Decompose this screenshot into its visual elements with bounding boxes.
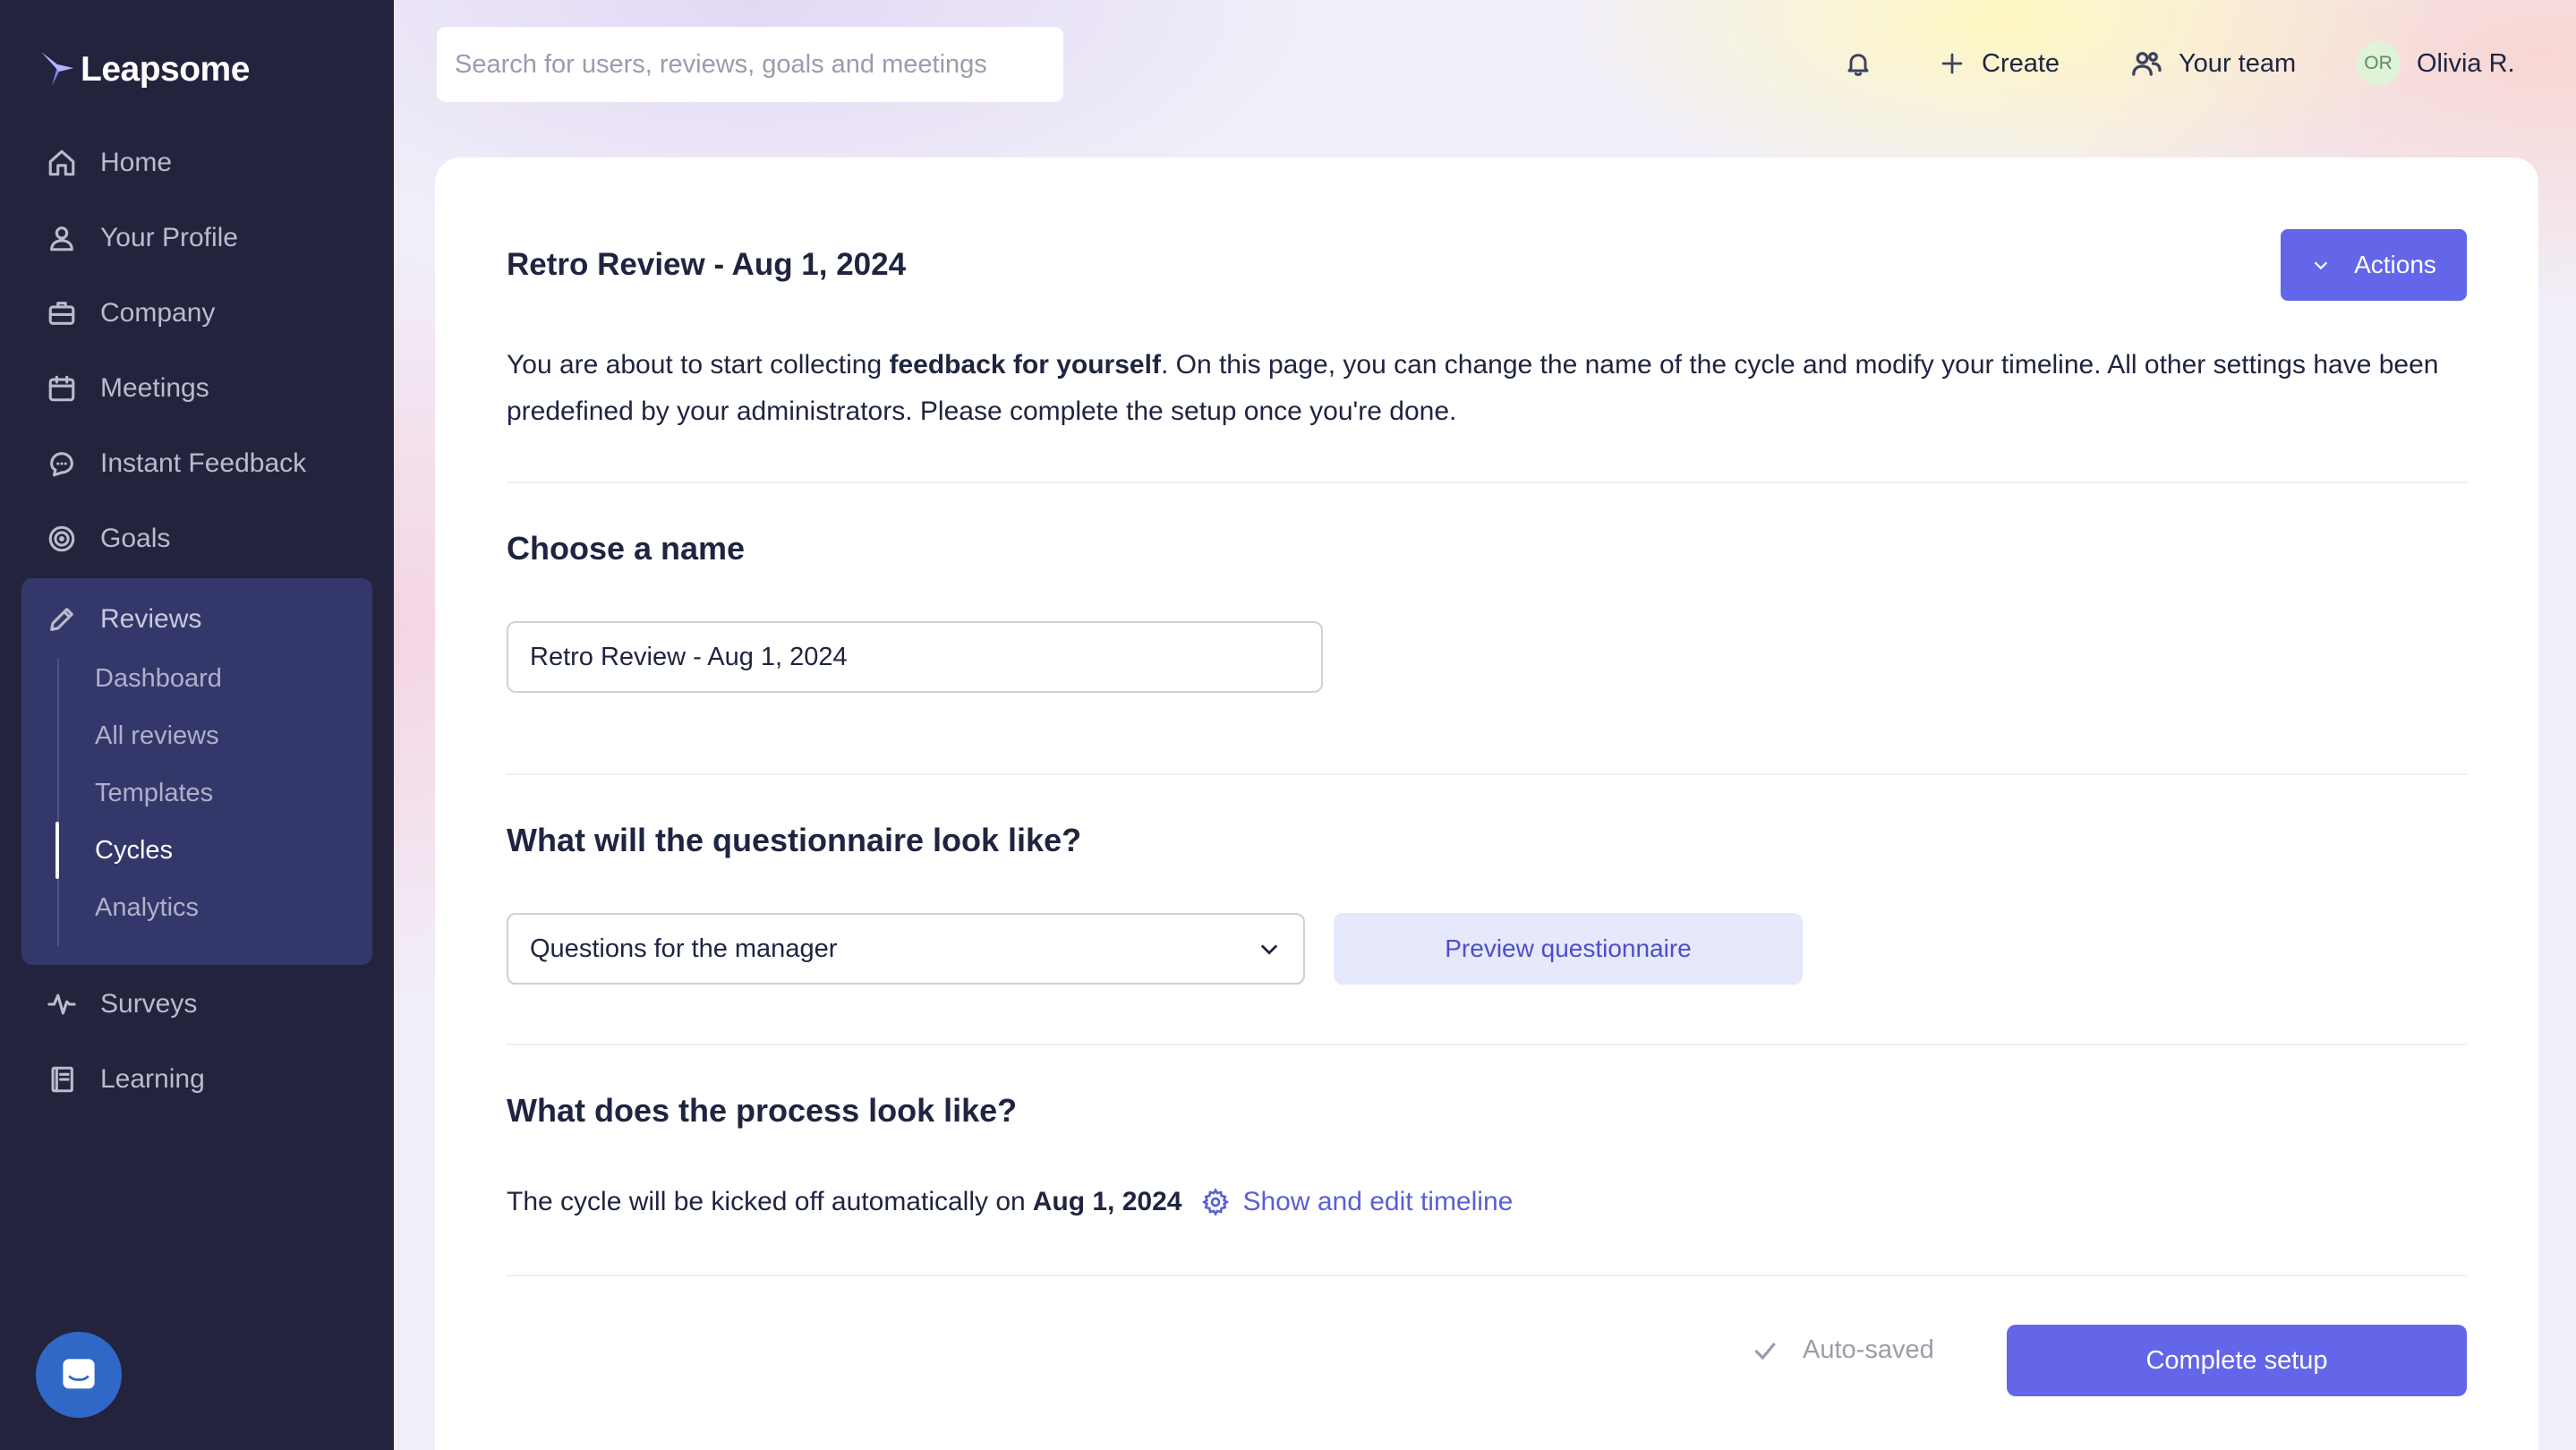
sidebar-item-label: Home	[100, 148, 173, 177]
kickoff-date: Aug 1, 2024	[1032, 1187, 1182, 1216]
brand-name: Leapsome	[81, 50, 250, 89]
calendar-icon	[47, 373, 77, 404]
bell-icon	[1847, 54, 1869, 76]
check-icon	[1754, 1342, 1776, 1360]
subnav-item-cycles[interactable]: Cycles	[95, 825, 173, 875]
sidebar: Leapsome Home Your Profile Company Meeti…	[0, 0, 394, 1450]
sidebar-item-label: Your Profile	[100, 223, 238, 252]
subnav-item-all-reviews[interactable]: All reviews	[95, 711, 219, 761]
sidebar-item-label: Instant Feedback	[100, 448, 307, 478]
your-team-label: Your team	[2179, 48, 2297, 78]
cycle-name-input[interactable]	[507, 621, 1323, 693]
section-divider	[507, 773, 2467, 775]
sidebar-item-surveys[interactable]: Surveys	[21, 972, 372, 1036]
support-chat-button[interactable]	[36, 1332, 122, 1418]
home-icon	[47, 148, 77, 178]
section-divider	[507, 1275, 2467, 1276]
global-search[interactable]	[437, 27, 1063, 102]
autosave-status: Auto-saved	[1751, 1335, 1934, 1365]
cycle-setup-card: Retro Review - Aug 1, 2024 Actions You a…	[435, 158, 2538, 1450]
sidebar-item-your-profile[interactable]: Your Profile	[21, 206, 372, 270]
section-divider	[507, 482, 2467, 483]
sidebar-item-reviews[interactable]: Reviews	[21, 587, 372, 652]
sidebar-item-home[interactable]: Home	[21, 131, 372, 195]
your-team-button[interactable]: Your team	[2130, 34, 2296, 93]
sidebar-item-label: Company	[100, 298, 216, 328]
subnav-item-analytics[interactable]: Analytics	[95, 883, 199, 933]
search-input[interactable]	[455, 49, 1045, 80]
subnav-item-templates[interactable]: Templates	[95, 768, 213, 818]
sidebar-item-instant-feedback[interactable]: Instant Feedback	[21, 431, 372, 496]
process-text: The cycle will be kicked off automatical…	[507, 1187, 1026, 1216]
preview-questionnaire-button[interactable]: Preview questionnaire	[1334, 913, 1803, 985]
pencil-icon	[47, 604, 77, 635]
briefcase-icon	[47, 298, 77, 328]
avatar: OR	[2356, 41, 2401, 86]
active-indicator	[55, 822, 59, 879]
reviews-nav-group: Reviews Dashboard All reviews Templates …	[21, 578, 372, 965]
user-name: Olivia R.	[2417, 48, 2515, 78]
sidebar-item-meetings[interactable]: Meetings	[21, 356, 372, 421]
subnav-divider	[57, 659, 59, 947]
process-section-title: What does the process look like?	[507, 1092, 1018, 1129]
book-icon	[47, 1064, 77, 1095]
process-description: The cycle will be kicked off automatical…	[507, 1187, 1513, 1217]
pulse-icon	[47, 989, 77, 1019]
sidebar-item-goals[interactable]: Goals	[21, 507, 372, 571]
chevron-down-icon	[1260, 944, 1278, 955]
show-edit-timeline-link[interactable]: Show and edit timeline	[1201, 1187, 1513, 1217]
complete-setup-button[interactable]: Complete setup	[2007, 1325, 2467, 1396]
create-button[interactable]: Create	[1939, 34, 2060, 93]
section-divider	[507, 1044, 2467, 1045]
sidebar-item-company[interactable]: Company	[21, 281, 372, 345]
name-section-title: Choose a name	[507, 530, 746, 567]
chevron-down-icon	[2314, 261, 2328, 270]
actions-button[interactable]: Actions	[2281, 229, 2467, 301]
subnav-item-dashboard[interactable]: Dashboard	[95, 653, 222, 704]
team-icon	[2132, 52, 2162, 76]
page-title: Retro Review - Aug 1, 2024	[507, 247, 907, 282]
gear-icon	[1202, 1188, 1230, 1216]
leapsome-logo[interactable]: Leapsome	[39, 45, 250, 95]
user-menu[interactable]: OR Olivia R.	[2356, 34, 2515, 93]
intro-text-bold: feedback for yourself	[889, 350, 1161, 380]
sidebar-item-label: Surveys	[100, 989, 198, 1019]
plus-icon	[1941, 53, 1963, 74]
leapsome-bird-icon	[41, 52, 73, 86]
intro-text: You are about to start collecting feedba…	[507, 342, 2467, 435]
create-label: Create	[1982, 48, 2060, 78]
chat-widget-icon	[63, 1359, 95, 1389]
user-icon	[47, 223, 77, 253]
sidebar-item-learning[interactable]: Learning	[21, 1047, 372, 1112]
actions-label: Actions	[2354, 251, 2436, 278]
questionnaire-select[interactable]: Questions for the manager	[507, 913, 1305, 985]
intro-text-start: You are about to start collecting	[507, 350, 890, 380]
chat-icon	[47, 448, 77, 479]
sidebar-item-label: Learning	[100, 1064, 205, 1094]
timeline-link-label: Show and edit timeline	[1242, 1187, 1514, 1216]
questionnaire-section-title: What will the questionnaire look like?	[507, 822, 1082, 858]
questionnaire-selected-value: Questions for the manager	[530, 934, 838, 963]
sidebar-item-label: Reviews	[100, 604, 202, 634]
sidebar-item-label: Meetings	[100, 373, 209, 403]
notifications-button[interactable]	[1844, 34, 1872, 93]
sidebar-item-label: Goals	[100, 524, 171, 553]
autosave-label: Auto-saved	[1803, 1335, 1934, 1364]
target-icon	[47, 524, 77, 554]
